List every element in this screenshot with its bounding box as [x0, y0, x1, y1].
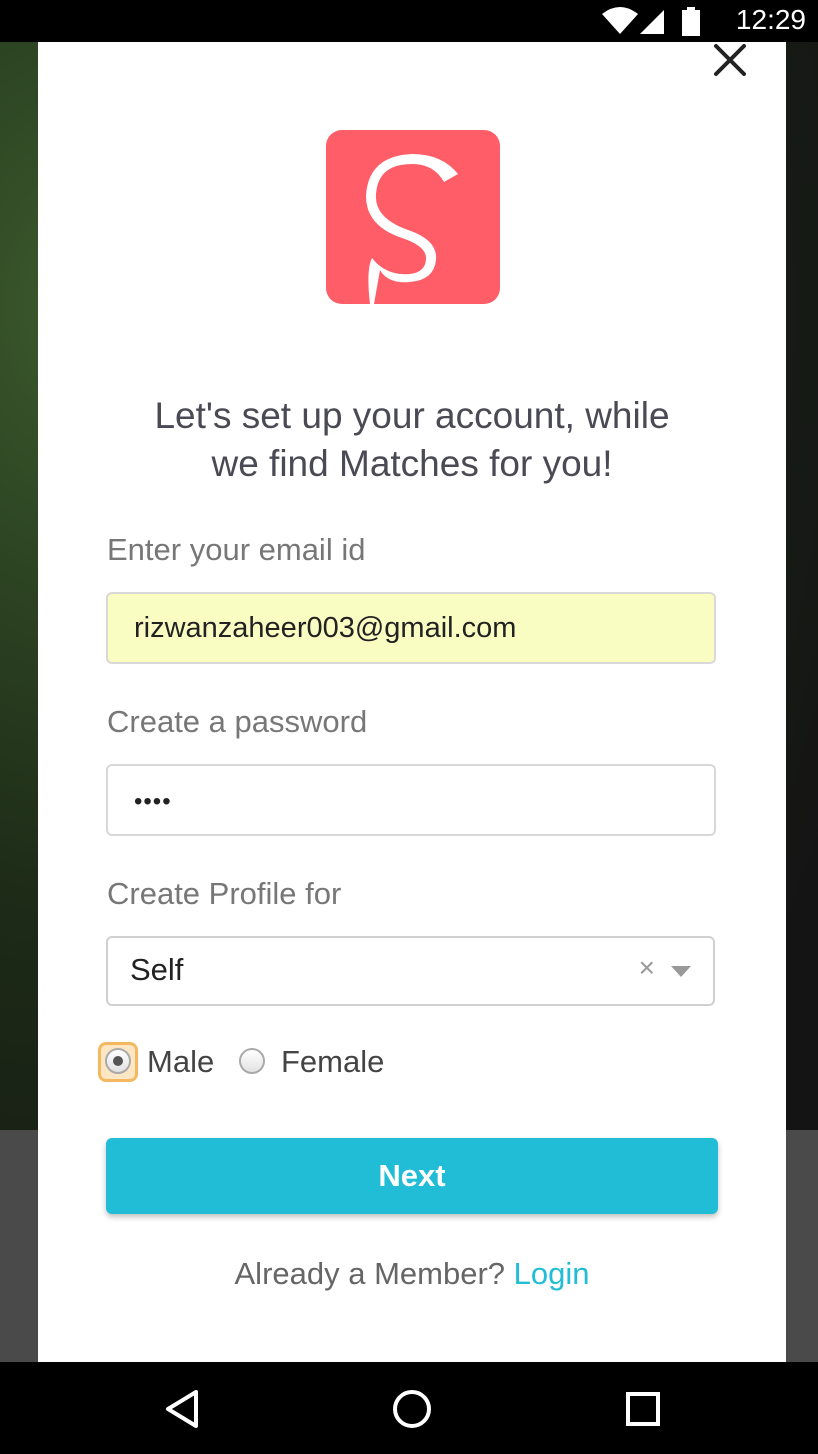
email-label: Enter your email id — [107, 532, 366, 567]
login-link[interactable]: Login — [514, 1256, 590, 1291]
signup-modal: Let's set up your account, while we find… — [38, 42, 786, 1362]
email-value: rizwanzaheer003@gmail.com — [134, 612, 517, 644]
back-button[interactable] — [158, 1384, 208, 1434]
battery-icon — [682, 7, 700, 36]
female-radio[interactable] — [239, 1048, 265, 1074]
cell-signal-icon — [640, 10, 664, 34]
recents-button[interactable] — [618, 1384, 668, 1434]
female-label[interactable]: Female — [281, 1044, 384, 1080]
page-title: Let's set up your account, while we find… — [98, 392, 726, 488]
male-label[interactable]: Male — [147, 1044, 214, 1080]
page-title-line-1: Let's set up your account, while — [154, 395, 670, 436]
wifi-icon — [602, 7, 638, 34]
status-clock: 12:29 — [735, 4, 806, 35]
profile-selected-value: Self — [130, 952, 184, 987]
gender-radio-group: Male Female — [98, 1042, 498, 1086]
password-field[interactable]: •••• — [106, 764, 716, 836]
home-icon — [393, 1390, 431, 1428]
recents-icon — [626, 1392, 660, 1426]
clear-selection-icon[interactable]: × — [639, 952, 655, 984]
profile-select[interactable]: Self × — [106, 936, 715, 1006]
logo-s-mark — [366, 154, 458, 304]
male-radio[interactable] — [105, 1048, 131, 1074]
home-button[interactable] — [387, 1384, 437, 1434]
next-button[interactable]: Next — [106, 1138, 718, 1214]
status-icons — [600, 6, 710, 43]
member-prompt-text: Already a Member? — [234, 1256, 506, 1291]
status-icon-group — [602, 7, 700, 36]
app-logo — [326, 130, 500, 304]
dropdown-arrow-icon[interactable] — [671, 966, 691, 977]
password-label: Create a password — [107, 704, 368, 739]
status-bar: 12:29 — [0, 0, 818, 42]
page-title-line-2: we find Matches for you! — [211, 443, 613, 484]
close-button[interactable] — [710, 42, 750, 82]
navigation-bar — [0, 1362, 818, 1454]
back-icon — [166, 1390, 198, 1428]
password-value: •••• — [134, 788, 172, 815]
login-prompt: Already a Member? Login — [38, 1256, 786, 1292]
email-field[interactable]: rizwanzaheer003@gmail.com — [106, 592, 716, 664]
close-icon — [714, 44, 746, 76]
profile-label: Create Profile for — [107, 876, 342, 911]
